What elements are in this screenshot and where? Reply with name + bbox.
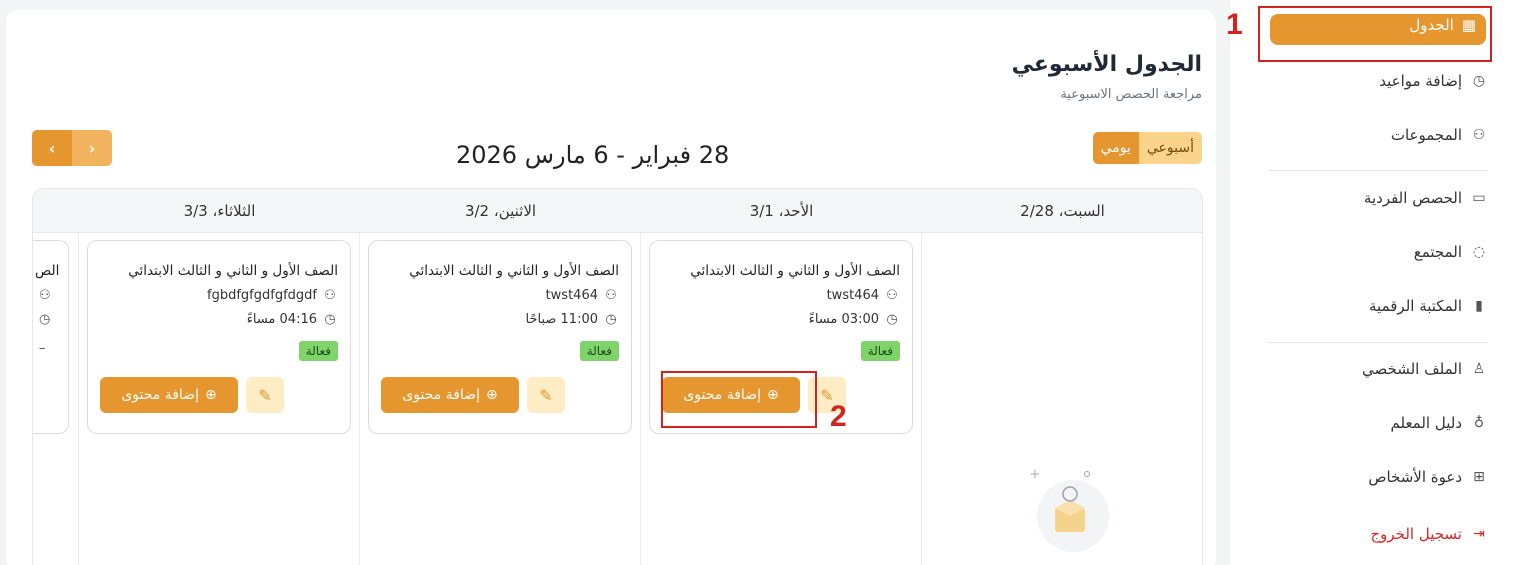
- status-badge: فعالة: [579, 341, 619, 361]
- add-content-label: إضافة محتوى: [402, 387, 480, 403]
- plus-circle-icon: ⊕: [204, 387, 217, 403]
- app-root: الجدول الأسبوعي مراجعة الحصص الاسبوعية أ…: [0, 0, 1520, 565]
- clock-icon: ◷: [324, 312, 336, 327]
- session-group: fgbdfgfgdfgfdgdf: [207, 288, 317, 303]
- edit-icon: ✎: [258, 385, 272, 405]
- users-icon: ⚇: [324, 288, 336, 303]
- session-time: 11:00 صباحًا: [525, 312, 598, 327]
- prev-week-button[interactable]: ‹: [32, 130, 72, 166]
- user-icon: ♙: [1472, 361, 1486, 377]
- annotation-box-1: [1258, 6, 1492, 62]
- column-divider: [640, 233, 641, 565]
- sidebar-item-logout[interactable]: ⇥ تسجيل الخروج: [1370, 525, 1488, 543]
- session-group: twst464: [826, 288, 879, 303]
- users-icon: ⚇: [39, 288, 51, 303]
- session-time: 04:16 مساءً: [246, 312, 317, 327]
- daily-view-button[interactable]: يومي: [1092, 132, 1139, 164]
- annotation-number-1: 1: [1226, 8, 1243, 41]
- weekly-calendar: السبت، 2/28 الأحد، 3/1 الاثنين، 3/2 الثل…: [32, 188, 1203, 565]
- sidebar-item-label: دعوة الأشخاص: [1368, 468, 1462, 486]
- sidebar-item-label: إضافة مواعيد: [1379, 72, 1462, 90]
- week-navigation: ‹ ›: [32, 130, 112, 166]
- chevron-left-icon: ‹: [48, 138, 56, 158]
- edit-icon: ✎: [539, 385, 553, 405]
- main-panel: الجدول الأسبوعي مراجعة الحصص الاسبوعية أ…: [6, 10, 1216, 565]
- day-header-saturday: السبت، 2/28: [1020, 202, 1105, 220]
- add-content-button[interactable]: ⊕ إضافة محتوى: [381, 377, 519, 413]
- sidebar-item-add-appointments[interactable]: ◷ إضافة مواعيد: [1379, 72, 1488, 90]
- session-group-row: ⚇ twst464: [827, 288, 900, 303]
- sidebar-item-label: الحصص الفردية: [1363, 189, 1462, 207]
- logout-icon: ⇥: [1473, 526, 1485, 542]
- sidebar-item-label: المجموعات: [1390, 126, 1462, 144]
- sidebar-item-label: المكتبة الرقمية: [1369, 297, 1462, 315]
- sidebar-item-label: دليل المعلم: [1390, 414, 1463, 432]
- session-title: الصف الأول و الثاني و الثالث الابتدائي: [409, 263, 619, 279]
- users-icon: ⚇: [605, 288, 617, 303]
- add-content-label: إضافة محتوى: [121, 387, 199, 403]
- dash-text: –: [39, 341, 46, 356]
- session-card[interactable]: الصف الأول و الثاني و الثالث الابتدائي ⚇…: [368, 240, 632, 434]
- sidebar-divider: [1268, 342, 1488, 343]
- chat-icon: ◌: [1472, 244, 1486, 260]
- session-card[interactable]: الصف الأول و الثاني و الثالث الابتدائي ⚇…: [87, 240, 351, 434]
- empty-box-illustration: [1031, 470, 1109, 552]
- sidebar-divider: [1268, 170, 1488, 171]
- view-toggle: أسبوعي يومي: [1092, 132, 1202, 164]
- session-group: twst464: [545, 288, 598, 303]
- clock-icon: ◷: [1472, 73, 1486, 89]
- session-time-row: ◷ 04:16 مساءً: [247, 312, 338, 327]
- status-badge: فعالة: [860, 341, 900, 361]
- book-icon: ▮: [1475, 298, 1483, 314]
- session-time-row: ◷ 03:00 مساءً: [809, 312, 900, 327]
- session-card-partial[interactable]: الص ⚇ ◷ –: [33, 240, 69, 434]
- plus-circle-icon: ⊕: [485, 387, 498, 403]
- day-header-tuesday: الثلاثاء، 3/3: [183, 202, 256, 220]
- sidebar-item-profile[interactable]: ♙ الملف الشخصي: [1362, 360, 1488, 378]
- weekly-view-button[interactable]: أسبوعي: [1138, 132, 1202, 164]
- monitor-icon: ▭: [1472, 190, 1486, 206]
- page-title: الجدول الأسبوعي: [1011, 52, 1202, 77]
- session-title: الصف الأول و الثاني و الثالث الابتدائي: [690, 263, 900, 279]
- session-time: 03:00 مساءً: [808, 312, 879, 327]
- users-icon: ⚇: [1472, 127, 1486, 143]
- sidebar-item-label: تسجيل الخروج: [1370, 525, 1462, 543]
- session-group-row: ⚇ fgbdfgfgdfgfdgdf: [207, 288, 338, 303]
- column-divider: [359, 233, 360, 565]
- day-header-monday: الاثنين، 3/2: [464, 202, 537, 220]
- session-time-row: ◷ 11:00 صباحًا: [525, 312, 619, 327]
- edit-session-button[interactable]: ✎: [527, 377, 565, 413]
- sidebar-item-community[interactable]: ◌ المجتمع: [1414, 243, 1488, 261]
- sidebar-item-digital-library[interactable]: ▮ المكتبة الرقمية: [1369, 297, 1488, 315]
- date-range-title: 28 فبراير - 6 مارس 2026: [456, 141, 730, 169]
- session-title: الصف الأول و الثاني و الثالث الابتدائي: [128, 263, 338, 279]
- session-group-row: ⚇ twst464: [546, 288, 619, 303]
- annotation-box-2: [661, 371, 817, 428]
- column-divider: [78, 233, 79, 565]
- clock-icon: ◷: [886, 312, 898, 327]
- gift-icon: ⊞: [1473, 469, 1485, 485]
- chevron-right-icon: ›: [88, 138, 96, 158]
- clock-icon: ◷: [605, 312, 617, 327]
- sidebar-item-invite-people[interactable]: ⊞ دعوة الأشخاص: [1368, 468, 1488, 486]
- clock-icon: ◷: [39, 312, 51, 327]
- bulb-icon: ♁: [1473, 415, 1485, 431]
- page-subtitle: مراجعة الحصص الاسبوعية: [1060, 87, 1202, 102]
- sidebar-item-teacher-guide[interactable]: ♁ دليل المعلم: [1391, 414, 1489, 432]
- add-content-button[interactable]: ⊕ إضافة محتوى: [100, 377, 238, 413]
- calendar-header: السبت، 2/28 الأحد، 3/1 الاثنين، 3/2 الثل…: [33, 189, 1202, 233]
- sidebar-item-label: الملف الشخصي: [1362, 360, 1462, 378]
- edit-session-button[interactable]: ✎: [246, 377, 284, 413]
- annotation-number-2: 2: [830, 400, 847, 433]
- day-header-sunday: الأحد، 3/1: [749, 202, 814, 220]
- sidebar-item-label: المجتمع: [1413, 243, 1462, 261]
- next-week-button[interactable]: ›: [72, 130, 112, 166]
- session-title-partial: الص: [35, 263, 60, 279]
- users-icon: ⚇: [886, 288, 898, 303]
- column-divider: [921, 233, 922, 565]
- sidebar-item-groups[interactable]: ⚇ المجموعات: [1391, 126, 1488, 144]
- status-badge: فعالة: [298, 341, 338, 361]
- sidebar-item-private-sessions[interactable]: ▭ الحصص الفردية: [1364, 189, 1488, 207]
